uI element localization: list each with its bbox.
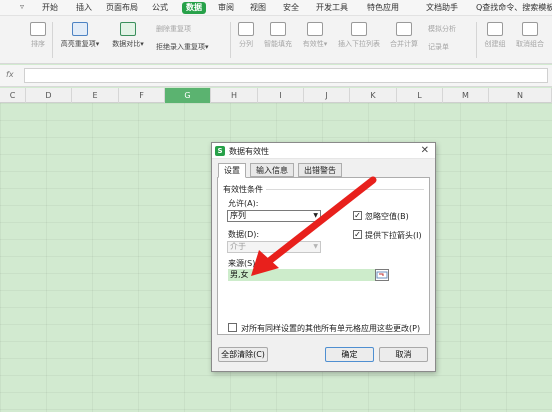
column-header-i[interactable]: I bbox=[258, 88, 304, 103]
menu-lines-icon[interactable]: ▿ bbox=[20, 2, 24, 11]
ungroup-icon bbox=[522, 22, 538, 36]
ungroup-button[interactable]: 取消组合 bbox=[514, 20, 546, 49]
dialog-title: 数据有效性 bbox=[229, 147, 269, 156]
ribbon-divider bbox=[230, 22, 231, 58]
ok-button[interactable]: 确定 bbox=[325, 347, 374, 362]
column-header-e[interactable]: E bbox=[72, 88, 119, 103]
ungroup-label: 取消组合 bbox=[516, 40, 544, 48]
sort-label: 排序 bbox=[31, 40, 45, 48]
data-label: 数据(D): bbox=[228, 230, 260, 239]
dropdown-list-icon bbox=[351, 22, 367, 36]
source-label: 来源(S): bbox=[228, 259, 259, 268]
tab-input-message[interactable]: 输入信息 bbox=[250, 163, 294, 177]
formula-input[interactable] bbox=[24, 68, 548, 83]
validation-criteria-heading: 有效性条件 bbox=[223, 185, 263, 194]
consolidate-label: 合并计算 bbox=[390, 40, 418, 48]
source-input[interactable]: 男,女 bbox=[228, 269, 389, 281]
column-header-l[interactable]: L bbox=[397, 88, 443, 103]
validation-button[interactable]: 有效性▾ bbox=[300, 20, 330, 49]
split-column-icon bbox=[238, 22, 254, 36]
consolidate-icon bbox=[396, 22, 412, 36]
menu-insert[interactable]: 插入 bbox=[76, 2, 92, 14]
menu-bar: ▿ 开始 插入 页面布局 公式 数据 审阅 视图 安全 开发工具 特色应用 文档… bbox=[0, 0, 552, 16]
menu-security[interactable]: 安全 bbox=[283, 2, 299, 14]
data-compare-icon bbox=[120, 22, 136, 36]
smart-fill-label: 智能填充 bbox=[264, 40, 292, 48]
chevron-down-icon: ▼ bbox=[313, 243, 318, 250]
consolidate-button[interactable]: 合并计算 bbox=[388, 20, 420, 49]
formula-bar: fx bbox=[0, 65, 552, 87]
sort-button[interactable]: 排序 bbox=[28, 20, 48, 49]
column-header-k[interactable]: K bbox=[350, 88, 397, 103]
menu-special[interactable]: 特色应用 bbox=[367, 2, 399, 14]
allow-select[interactable]: 序列 ▼ bbox=[227, 210, 321, 222]
what-if-analysis-button[interactable]: 模拟分析 bbox=[428, 24, 456, 34]
smart-fill-button[interactable]: 智能填充 bbox=[262, 20, 294, 49]
record-form-button[interactable]: 记录单 bbox=[428, 42, 449, 52]
show-dropdown-checkbox[interactable]: ✓ bbox=[353, 230, 362, 239]
ignore-blank-checkbox[interactable]: ✓ bbox=[353, 211, 362, 220]
menu-view[interactable]: 视图 bbox=[250, 2, 266, 14]
smart-fill-icon bbox=[270, 22, 286, 36]
wps-logo-icon: S bbox=[215, 146, 225, 156]
insert-dropdown-label: 插入下拉列表 bbox=[338, 40, 380, 48]
column-header-n[interactable]: N bbox=[489, 88, 552, 103]
create-group-button[interactable]: 创建组 bbox=[482, 20, 508, 49]
allow-select-value: 序列 bbox=[230, 211, 246, 220]
highlight-duplicates-label: 高亮重复项▾ bbox=[60, 40, 100, 48]
data-operator-select: 介于 ▼ bbox=[227, 241, 321, 253]
menu-developer[interactable]: 开发工具 bbox=[316, 2, 348, 14]
apply-all-checkbox[interactable] bbox=[228, 323, 237, 332]
ribbon-toolbar: 排序 高亮重复项▾ 数据对比▾ 删除重复项 拒绝录入重复项▾ 分列 智能填充 有… bbox=[0, 16, 552, 64]
highlight-duplicates-button[interactable]: 高亮重复项▾ bbox=[57, 20, 103, 49]
show-dropdown-label: 提供下拉箭头(I) bbox=[365, 231, 422, 240]
allow-label: 允许(A): bbox=[228, 199, 259, 208]
data-compare-button[interactable]: 数据对比▾ bbox=[108, 20, 148, 49]
split-column-label: 分列 bbox=[239, 40, 253, 48]
menu-formula[interactable]: 公式 bbox=[152, 2, 168, 14]
command-search[interactable]: Q查找命令、搜索模板 bbox=[476, 2, 552, 13]
insert-dropdown-button[interactable]: 插入下拉列表 bbox=[336, 20, 382, 49]
ribbon-divider bbox=[476, 22, 477, 58]
data-compare-label: 数据对比▾ bbox=[112, 40, 144, 48]
column-header-m[interactable]: M bbox=[443, 88, 489, 103]
column-headers: C D E F G H I J K L M N bbox=[0, 88, 552, 103]
menu-page-layout[interactable]: 页面布局 bbox=[106, 2, 138, 14]
highlight-duplicates-icon bbox=[72, 22, 88, 36]
cancel-button[interactable]: 取消 bbox=[379, 347, 428, 362]
data-operator-value: 介于 bbox=[230, 242, 246, 251]
ribbon-divider bbox=[52, 22, 53, 58]
menu-data[interactable]: 数据 bbox=[182, 2, 206, 14]
menu-review[interactable]: 审阅 bbox=[218, 2, 234, 14]
range-picker-icon[interactable] bbox=[375, 269, 389, 281]
dialog-titlebar[interactable]: S 数据有效性 ✕ bbox=[212, 143, 435, 159]
clear-all-button[interactable]: 全部清除(C) bbox=[218, 347, 268, 362]
create-group-label: 创建组 bbox=[484, 40, 506, 48]
apply-all-label: 对所有同样设置的其他所有单元格应用这些更改(P) bbox=[241, 324, 421, 333]
remove-duplicates-button[interactable]: 删除重复项 bbox=[156, 24, 191, 34]
close-icon[interactable]: ✕ bbox=[421, 145, 429, 156]
column-header-j[interactable]: J bbox=[304, 88, 350, 103]
ignore-blank-label: 忽略空值(B) bbox=[365, 212, 409, 221]
split-column-button[interactable]: 分列 bbox=[236, 20, 256, 49]
column-header-f[interactable]: F bbox=[119, 88, 165, 103]
menu-doc-assistant[interactable]: 文档助手 bbox=[426, 2, 458, 14]
reject-duplicates-button[interactable]: 拒绝录入重复项▾ bbox=[156, 42, 209, 52]
data-validation-dialog: S 数据有效性 ✕ 设置 输入信息 出错警告 有效性条件 允许(A): 序列 ▼… bbox=[211, 142, 436, 372]
column-header-h[interactable]: H bbox=[211, 88, 258, 103]
sort-icon bbox=[30, 22, 46, 36]
chevron-down-icon: ▼ bbox=[313, 212, 318, 219]
tab-error-alert[interactable]: 出错警告 bbox=[298, 163, 342, 177]
range-picker-glyph bbox=[376, 271, 388, 279]
fx-icon[interactable]: fx bbox=[6, 70, 14, 79]
validation-icon bbox=[307, 22, 323, 36]
group-icon bbox=[487, 22, 503, 36]
section-divider bbox=[266, 189, 424, 190]
column-header-d[interactable]: D bbox=[26, 88, 72, 103]
tab-settings[interactable]: 设置 bbox=[218, 163, 246, 178]
menu-home[interactable]: 开始 bbox=[42, 2, 58, 14]
validation-label: 有效性▾ bbox=[302, 40, 328, 48]
column-header-g[interactable]: G bbox=[165, 88, 211, 103]
column-header-c[interactable]: C bbox=[0, 88, 26, 103]
